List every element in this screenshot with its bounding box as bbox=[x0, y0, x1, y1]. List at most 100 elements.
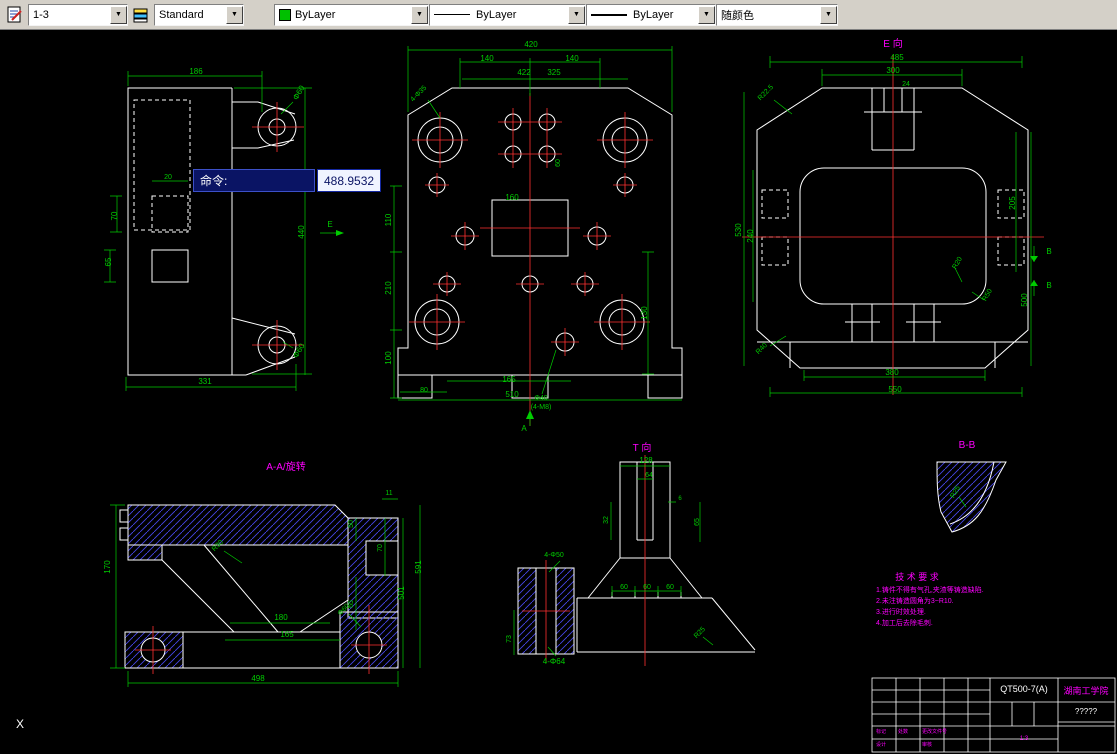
dim-label: 4-Φ50 bbox=[544, 552, 564, 559]
view-e-centerlines bbox=[742, 55, 1044, 395]
dim-label: 186 bbox=[189, 67, 203, 76]
color-swatch bbox=[279, 8, 291, 21]
dim-label: 处数 bbox=[898, 728, 908, 735]
view-t bbox=[576, 461, 756, 653]
view-title-e: E 向 bbox=[883, 37, 902, 50]
dim-label: Φ40 bbox=[534, 395, 547, 402]
style-combo[interactable]: Standard ▼ bbox=[154, 3, 244, 26]
layer-combo[interactable]: 1-3 ▼ bbox=[28, 3, 128, 26]
linetype-sample bbox=[434, 14, 470, 15]
dim-label: 440 bbox=[297, 225, 306, 239]
dim-label: 70 bbox=[110, 211, 119, 220]
dim-label: 65 bbox=[694, 518, 701, 526]
dim-label: 550 bbox=[888, 385, 902, 394]
tech-req-title: 技 术 要 求 bbox=[895, 571, 939, 582]
dim-label: 4-Φ35 bbox=[410, 84, 429, 103]
dim-label: 110 bbox=[384, 213, 393, 226]
dim-label: E bbox=[327, 220, 332, 229]
dim-label: 20 bbox=[164, 174, 172, 181]
view-bb bbox=[936, 461, 1007, 533]
dim-label: 128 bbox=[639, 456, 653, 465]
dim-label: 380 bbox=[885, 368, 899, 377]
dim-label: 180 bbox=[274, 613, 288, 622]
layer-properties-icon[interactable] bbox=[129, 2, 153, 27]
tech-req-line: 1.铸件不得有气孔,夹渣等铸造缺陷. bbox=[876, 585, 984, 594]
chevron-down-icon[interactable]: ▼ bbox=[820, 5, 837, 24]
dim-label: 60 bbox=[643, 584, 651, 591]
dim-label: Φ60 bbox=[291, 341, 307, 359]
dim-label: 140 bbox=[480, 54, 494, 63]
dim-label: 更改文件号 bbox=[922, 728, 947, 735]
dim-label: 130 bbox=[640, 306, 649, 320]
chevron-down-icon[interactable]: ▼ bbox=[698, 5, 715, 24]
command-tooltip: 命令: 488.9532 bbox=[193, 169, 382, 192]
view-e-dimensions bbox=[743, 56, 1038, 397]
dim-label: 165 bbox=[280, 630, 294, 639]
dim-label: 501 bbox=[397, 586, 406, 600]
dim-label: 60 bbox=[555, 159, 562, 167]
linetype-combo[interactable]: ByLayer ▼ bbox=[429, 3, 586, 26]
new-drawing-icon[interactable] bbox=[3, 2, 27, 27]
chevron-down-icon[interactable]: ▼ bbox=[411, 5, 428, 24]
dim-label: 64 bbox=[645, 472, 653, 479]
dim-label: 11 bbox=[385, 490, 392, 497]
dim-label: 60 bbox=[620, 584, 628, 591]
lineweight-sample bbox=[591, 13, 627, 16]
color-combo-value: ByLayer bbox=[295, 8, 336, 21]
dim-label: 498 bbox=[251, 674, 265, 683]
dim-label: (4-M8) bbox=[531, 404, 552, 411]
dim-label: 170 bbox=[103, 560, 112, 574]
dim-label: 160 bbox=[505, 193, 519, 202]
view-title-bb: B-B bbox=[959, 440, 976, 451]
dim-label: 331 bbox=[198, 377, 212, 386]
dim-label: 65 bbox=[104, 257, 113, 266]
dim-label: 32 bbox=[603, 516, 610, 524]
view-e bbox=[756, 87, 1029, 369]
dim-label: R25 bbox=[693, 626, 707, 640]
dim-label: 24 bbox=[902, 81, 910, 88]
dim-label: 60 bbox=[666, 584, 674, 591]
dim-label: 591 bbox=[414, 560, 423, 574]
plotstyle-combo-value: 随颜色 bbox=[721, 9, 754, 22]
view-front bbox=[397, 87, 683, 399]
dim-label: 165 bbox=[502, 375, 516, 384]
view-front-centerlines bbox=[409, 93, 653, 426]
dim-label: 审核 bbox=[922, 741, 932, 748]
dim-label: B bbox=[1046, 281, 1051, 290]
dim-label: 100 bbox=[384, 351, 393, 365]
plotstyle-combo[interactable]: 随颜色 ▼ bbox=[716, 3, 838, 26]
drawing-canvas[interactable]: 186 Φ60 20 70 65 440 Φ60 331 420 140 140 422 325 4-Φ3… bbox=[0, 30, 1117, 754]
layer-combo-value: 1-3 bbox=[33, 8, 49, 21]
layers-icon bbox=[133, 8, 148, 22]
view-left-dimensions bbox=[104, 71, 312, 391]
chevron-down-icon[interactable]: ▼ bbox=[110, 5, 127, 24]
organization: 湖南工学院 bbox=[1063, 685, 1108, 696]
command-prompt: 命令: bbox=[193, 169, 315, 192]
dim-label: 标记 bbox=[876, 728, 886, 735]
dim-label: 80 bbox=[420, 387, 428, 394]
lineweight-combo[interactable]: ByLayer ▼ bbox=[586, 3, 716, 26]
view-front-dimensions bbox=[320, 46, 682, 426]
dim-label: 6 bbox=[678, 496, 682, 502]
view-title-t: T 向 bbox=[633, 441, 652, 454]
dim-label: Φ60 bbox=[291, 83, 307, 101]
tech-req-line: 3.进行时效处理. bbox=[876, 607, 926, 616]
chevron-down-icon[interactable]: ▼ bbox=[568, 5, 585, 24]
dim-label: 210 bbox=[384, 281, 393, 295]
chevron-down-icon[interactable]: ▼ bbox=[226, 5, 243, 24]
dim-label: 205 bbox=[1008, 196, 1017, 210]
linetype-combo-value: ByLayer bbox=[476, 8, 517, 21]
page-icon bbox=[7, 6, 22, 22]
dim-label: 140 bbox=[565, 54, 579, 63]
dim-label: 70 bbox=[377, 544, 384, 552]
view-left-side bbox=[127, 87, 297, 376]
dim-label: 300 bbox=[886, 66, 900, 75]
dim-label: 422 bbox=[517, 68, 531, 77]
dim-label: 设计 bbox=[876, 741, 886, 748]
color-combo[interactable]: ByLayer ▼ bbox=[274, 3, 429, 26]
dim-label: 325 bbox=[547, 68, 561, 77]
dim-label: A bbox=[521, 424, 527, 433]
dim-label: 73 bbox=[506, 635, 513, 643]
tech-req-line: 2.未注铸造圆角为3~R10. bbox=[876, 596, 954, 605]
toolbar: 1-3 ▼ Standard ▼ ByLayer ▼ ByLayer ▼ ByL bbox=[0, 0, 1117, 30]
